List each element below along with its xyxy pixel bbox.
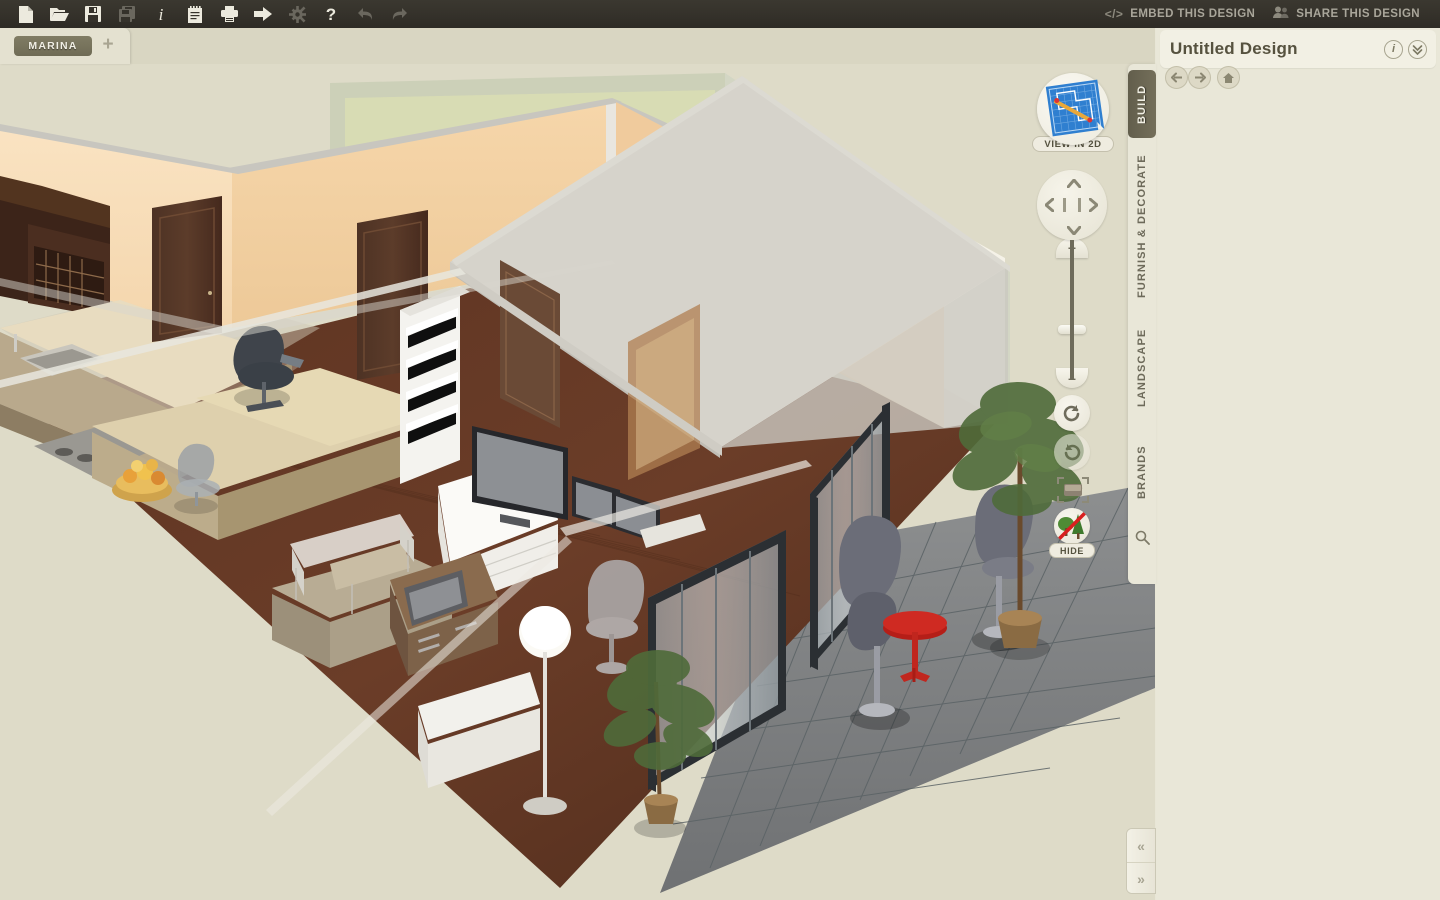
collapse-right-button[interactable]: »	[1127, 862, 1155, 893]
floorplan-thumbnail-icon	[1045, 79, 1105, 137]
design-3d-viewport[interactable]: VIEW IN 2D + –	[0, 28, 1155, 900]
settings-gear-icon[interactable]	[280, 0, 314, 28]
design-info-icon[interactable]: i	[1384, 39, 1403, 59]
embed-label: EMBED THIS DESIGN	[1130, 8, 1256, 20]
vertical-tab-furnish-decorate[interactable]: FURNISH & DECORATE	[1128, 146, 1156, 306]
nav-center-reset[interactable]	[1063, 198, 1081, 212]
save-as-icon[interactable]	[110, 0, 144, 28]
vertical-tab-build[interactable]: BUILD	[1128, 70, 1156, 138]
panel-collapse-icon[interactable]	[1408, 39, 1427, 59]
add-tab-button[interactable]: +	[98, 35, 118, 56]
nav-home-button[interactable]	[1217, 66, 1240, 89]
home-design-app: i ? </> EMBED THIS DESIGN SHARE THIS DES…	[0, 0, 1440, 900]
view-in-2d-button[interactable]	[1037, 73, 1109, 145]
export-icon[interactable]	[246, 0, 280, 28]
document-tab-marina[interactable]: MARINA	[14, 36, 92, 56]
nav-down-icon[interactable]	[1066, 223, 1082, 239]
rotate-clockwise-icon[interactable]	[1054, 434, 1090, 470]
help-icon[interactable]: ?	[314, 0, 348, 28]
share-this-design-link[interactable]: SHARE THIS DESIGN	[1267, 6, 1426, 22]
rotate-counterclockwise-icon[interactable]	[1054, 395, 1090, 431]
floorplan-3d-render	[0, 28, 1155, 900]
hide-plants-toggle[interactable]	[1054, 508, 1090, 544]
navigation-pad[interactable]	[1037, 170, 1107, 240]
info-icon[interactable]: i	[144, 0, 178, 28]
notes-icon[interactable]	[178, 0, 212, 28]
build-tool-panel: Untitled Design i SHOW:	[1156, 28, 1440, 900]
redo-icon[interactable]	[382, 0, 416, 28]
hide-label[interactable]: HIDE	[1049, 543, 1095, 558]
screenshot-icon[interactable]	[1056, 476, 1090, 504]
vertical-tab-brands[interactable]: BRANDS	[1128, 430, 1156, 514]
undo-icon[interactable]	[348, 0, 382, 28]
nav-forward-button[interactable]	[1188, 66, 1211, 89]
toolbar-right-links: </> EMBED THIS DESIGN SHARE THIS DESIGN	[1099, 6, 1440, 22]
toolbar-icon-group: i ?	[0, 0, 416, 28]
nav-left-icon[interactable]	[1044, 197, 1055, 216]
page-title: Untitled Design	[1170, 39, 1298, 58]
panel-collapse-controls: « »	[1126, 828, 1156, 894]
collapse-left-button[interactable]: «	[1127, 829, 1155, 862]
embed-code-icon: </>	[1104, 7, 1124, 21]
nav-right-icon[interactable]	[1088, 197, 1099, 216]
main-toolbar: i ? </> EMBED THIS DESIGN SHARE THIS DES…	[0, 0, 1440, 28]
search-icon[interactable]	[1128, 522, 1156, 552]
new-document-icon[interactable]	[8, 0, 42, 28]
print-icon[interactable]	[212, 0, 246, 28]
share-people-icon	[1273, 6, 1289, 22]
embed-this-design-link[interactable]: </> EMBED THIS DESIGN	[1099, 7, 1262, 21]
save-icon[interactable]	[76, 0, 110, 28]
open-folder-icon[interactable]	[42, 0, 76, 28]
share-label: SHARE THIS DESIGN	[1296, 8, 1420, 20]
nav-up-icon[interactable]	[1066, 176, 1082, 192]
tab-container: MARINA +	[0, 28, 130, 64]
vertical-tab-landscape[interactable]: LANDSCAPE	[1128, 314, 1156, 422]
document-tab-strip: MARINA +	[0, 28, 1155, 64]
mode-tab-rail: BUILD FURNISH & DECORATE LANDSCAPE BRAND…	[1128, 64, 1156, 584]
title-bar-buttons: i	[1384, 39, 1436, 59]
zoom-slider-track[interactable]	[1070, 240, 1074, 380]
design-title-bar: Untitled Design i	[1160, 30, 1436, 68]
nav-back-button[interactable]	[1165, 66, 1188, 89]
